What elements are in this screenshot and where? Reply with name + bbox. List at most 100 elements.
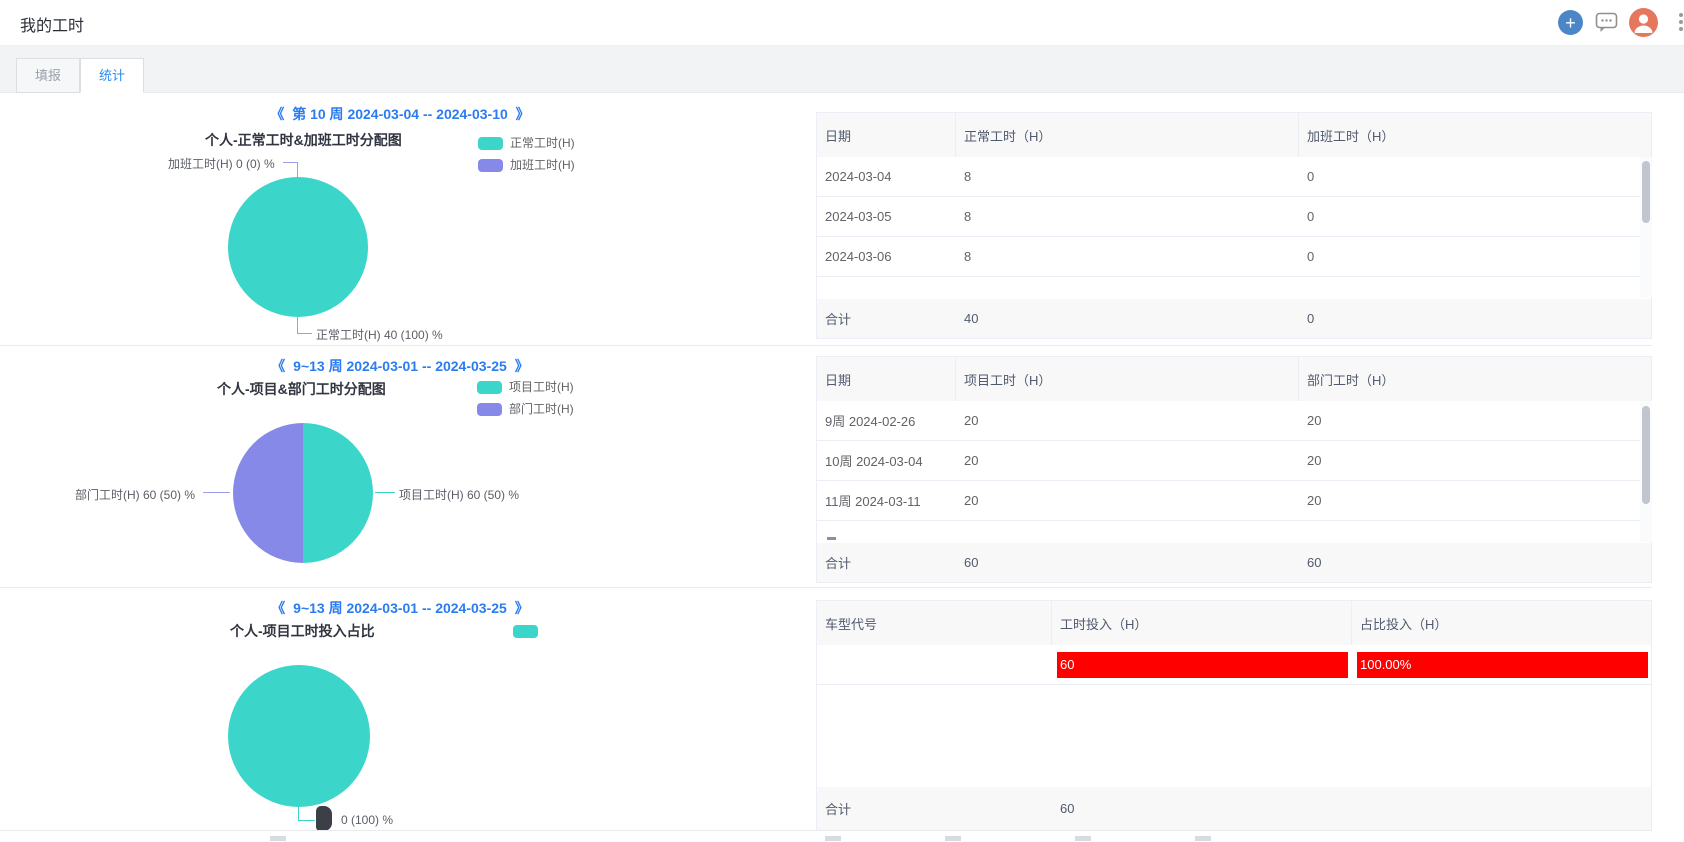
table-row: 60 100.00% — [817, 645, 1651, 685]
table-total-row: 合计 40 0 — [817, 299, 1651, 339]
pie-label-project-share: 0 (100) % — [341, 813, 393, 827]
label-line — [375, 492, 395, 493]
column-header: 日期 — [817, 357, 956, 401]
legend-item-project-hours[interactable]: 项目工时(H) — [477, 381, 574, 394]
highlighted-value: 60 — [1057, 652, 1348, 678]
column-header: 项目工时（H） — [956, 357, 1299, 401]
next-week-icon[interactable]: 》 — [511, 358, 533, 374]
column-header: 占比投入（H） — [1352, 601, 1651, 645]
legend-item-overtime-hours[interactable]: 加班工时(H) — [478, 159, 575, 172]
section-divider — [0, 587, 1652, 588]
chart-title-1: 个人-正常工时&加班工时分配图 — [205, 130, 402, 150]
chart-title-2: 个人-项目&部门工时分配图 — [217, 379, 386, 399]
legend-item-project-share[interactable] — [513, 625, 538, 638]
prev-week-icon[interactable]: 《 — [267, 600, 289, 616]
legend-item-normal-hours[interactable]: 正常工时(H) — [478, 137, 575, 150]
label-line — [297, 317, 298, 333]
highlighted-value: 100.00% — [1357, 652, 1648, 678]
cell-project-hours: 20 — [956, 481, 1299, 520]
pie-label-department: 部门工时(H) 60 (50) % — [75, 486, 195, 503]
clipped-table-row — [817, 277, 1651, 299]
purple-swatch-icon — [477, 403, 502, 416]
message-button[interactable] — [1595, 12, 1619, 34]
table-row: 9周 2024-02-26 20 20 — [817, 401, 1651, 441]
label-line — [298, 807, 299, 821]
person-icon — [1629, 8, 1658, 37]
cell-overtime-hours: 0 — [1299, 197, 1651, 236]
table-row: 2024-03-04 8 0 — [817, 157, 1651, 197]
clipped-text-fragment — [827, 537, 836, 540]
table-header-row: 日期 正常工时（H） 加班工时（H） — [817, 113, 1651, 157]
legend-1: 正常工时(H) 加班工时(H) — [478, 137, 575, 181]
pie-chart-project-vs-department — [233, 423, 373, 563]
clipped-content — [825, 836, 841, 841]
legend-2: 项目工时(H) 部门工时(H) — [477, 381, 574, 425]
cell-week: 10周 2024-03-04 — [817, 441, 956, 480]
plus-icon: + — [1565, 14, 1576, 32]
cell-department-hours: 20 — [1299, 401, 1651, 440]
week-nav-label: 第 10 周 2024-03-04 -- 2024-03-10 — [292, 106, 508, 122]
table-total-row: 合计 60 60 — [817, 543, 1651, 583]
clipped-table-row — [817, 521, 1651, 543]
total-label: 合计 — [817, 543, 956, 582]
cell-hours-invested: 60 — [1052, 645, 1352, 684]
tab-statistics[interactable]: 统计 — [80, 58, 144, 93]
prev-week-icon[interactable]: 《 — [266, 106, 288, 122]
legend-item-department-hours[interactable]: 部门工时(H) — [477, 403, 574, 416]
clipped-content — [945, 836, 961, 841]
prev-week-icon[interactable]: 《 — [267, 358, 289, 374]
user-avatar[interactable] — [1629, 8, 1658, 37]
table-scrollbar-thumb[interactable] — [1642, 406, 1650, 504]
week-nav-2: 《 9~13 周 2024-03-01 -- 2024-03-25 》 — [0, 356, 800, 376]
clipped-content — [270, 836, 286, 841]
pie-label-project: 项目工时(H) 60 (50) % — [399, 486, 519, 503]
table-row: 10周 2024-03-04 20 20 — [817, 441, 1651, 481]
teal-swatch-redacted-icon — [513, 625, 538, 638]
total-department-hours: 60 — [1299, 543, 1651, 582]
cell-department-hours: 20 — [1299, 481, 1651, 520]
column-header: 加班工时（H） — [1299, 113, 1651, 157]
column-header: 日期 — [817, 113, 956, 157]
label-line — [297, 333, 312, 334]
label-line — [283, 162, 298, 163]
tab-fill-report[interactable]: 填报 — [16, 58, 80, 93]
pie-chart-project-share — [228, 665, 370, 807]
label-line — [297, 162, 298, 178]
column-header: 车型代号 — [817, 601, 1052, 645]
cell-share-invested: 100.00% — [1352, 645, 1651, 684]
table-header-row: 日期 项目工时（H） 部门工时（H） — [817, 357, 1651, 401]
total-label: 合计 — [817, 299, 956, 338]
page-title: 我的工时 — [20, 12, 84, 36]
purple-swatch-icon — [478, 159, 503, 172]
pie-label-normal: 正常工时(H) 40 (100) % — [316, 326, 443, 343]
tab-bar: 填报 统计 — [0, 46, 1684, 93]
cell-department-hours: 20 — [1299, 441, 1651, 480]
week-nav-1: 《 第 10 周 2024-03-04 -- 2024-03-10 》 — [0, 104, 800, 124]
next-week-icon[interactable]: 》 — [512, 106, 534, 122]
more-vertical-icon[interactable] — [1679, 13, 1684, 34]
cell-vehicle-code-redacted — [817, 645, 1052, 684]
cell-week: 11周 2024-03-11 — [817, 481, 956, 520]
column-header: 正常工时（H） — [956, 113, 1299, 157]
cell-date: 2024-03-04 — [817, 157, 956, 196]
cell-normal-hours: 8 — [956, 237, 1299, 276]
table-total-row: 合计 60 — [817, 787, 1651, 831]
cell-date: 2024-03-06 — [817, 237, 956, 276]
teal-swatch-icon — [477, 381, 502, 394]
clipped-content — [1195, 836, 1211, 841]
weekly-hours-table: 日期 项目工时（H） 部门工时（H） 9周 2024-02-26 20 20 1… — [816, 356, 1652, 583]
total-normal-hours: 40 — [956, 299, 1299, 338]
label-line — [203, 492, 230, 493]
table-scrollbar-thumb[interactable] — [1642, 161, 1650, 223]
pie-chart-normal-vs-overtime — [228, 177, 368, 317]
my-work-hours-page: 我的工时 + 填报 统计 《 第 10 周 2024-03-04 — [0, 0, 1684, 842]
total-project-hours: 60 — [956, 543, 1299, 582]
next-week-icon[interactable]: 》 — [511, 600, 533, 616]
cell-overtime-hours: 0 — [1299, 157, 1651, 196]
daily-hours-table: 日期 正常工时（H） 加班工时（H） 2024-03-04 8 0 2024-0… — [816, 112, 1652, 339]
total-label: 合计 — [817, 787, 1052, 830]
redacted-label-blob — [316, 806, 332, 831]
column-header: 工时投入（H） — [1052, 601, 1352, 645]
column-header: 部门工时（H） — [1299, 357, 1651, 401]
add-button[interactable]: + — [1558, 10, 1583, 35]
